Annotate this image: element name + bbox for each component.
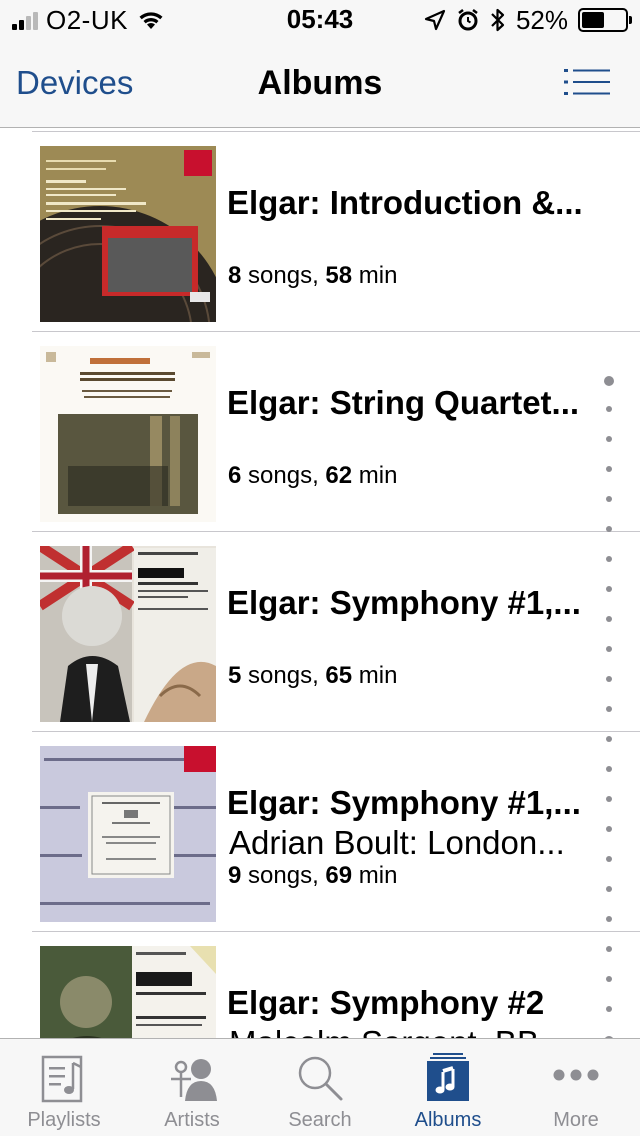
album-meta: 6 songs, 62 min [228, 462, 397, 490]
index-dot [606, 616, 612, 622]
tab-label: Artists [164, 1109, 220, 1131]
playlist-icon [41, 1055, 83, 1103]
tab-label: Albums [414, 1109, 482, 1131]
battery-fill [582, 12, 604, 28]
song-count: 8 [228, 262, 242, 289]
album-artist: Malcolm Sargent, BB... [229, 1024, 579, 1038]
index-dot [606, 406, 612, 412]
index-dot [606, 466, 612, 472]
index-dot [606, 496, 612, 502]
album-meta: 8 songs, 58 min [228, 262, 397, 290]
songs-label: songs, [248, 462, 319, 489]
index-dot [606, 976, 612, 982]
duration-minutes: 58 [325, 262, 353, 289]
scroll-index[interactable] [604, 376, 614, 1038]
index-dot [606, 736, 612, 742]
index-dot [606, 526, 612, 532]
battery-icon [578, 8, 632, 32]
album-icon [427, 1053, 469, 1101]
index-dot [606, 886, 612, 892]
album-cover [40, 546, 216, 722]
index-dot [606, 646, 612, 652]
page-title: Albums [257, 64, 383, 102]
artist-icon [171, 1059, 217, 1101]
album-list[interactable]: Elgar: Introduction &... 8 songs, 58 min [0, 130, 640, 1038]
alarm-icon [458, 9, 478, 31]
album-title: Elgar: Symphony #1,... [227, 784, 581, 821]
tab-artists[interactable]: Artists [128, 1039, 256, 1136]
album-artist: Adrian Boult: London... [229, 824, 565, 861]
bluetooth-icon [491, 8, 505, 32]
album-title: Elgar: Symphony #1,... [227, 584, 581, 621]
album-meta: 9 songs, 69 min [228, 862, 397, 890]
index-dot [606, 676, 612, 682]
album-title: Elgar: Introduction &... [227, 184, 583, 221]
songs-label: songs, [248, 662, 319, 689]
album-row[interactable]: Elgar: Symphony #1,... 5 songs, 65 min [0, 532, 640, 732]
tab-label: Playlists [27, 1109, 101, 1131]
tab-label: More [553, 1109, 599, 1131]
duration-minutes: 69 [325, 862, 353, 889]
search-icon [298, 1056, 343, 1101]
index-dot [606, 916, 612, 922]
tab-albums[interactable]: Albums [384, 1039, 512, 1136]
album-cover [40, 346, 216, 522]
index-dot [606, 586, 612, 592]
minutes-label: min [358, 262, 398, 289]
album-row[interactable]: Elgar: Symphony #1,... Adrian Boult: Lon… [0, 732, 640, 932]
song-count: 5 [228, 662, 242, 689]
minutes-label: min [358, 862, 398, 889]
index-dot [604, 376, 614, 386]
album-row[interactable]: Elgar: Symphony #2 Malcolm Sargent, BB..… [0, 932, 640, 1038]
minutes-label: min [358, 462, 398, 489]
tab-playlists[interactable]: Playlists [0, 1039, 128, 1136]
index-dot [606, 796, 612, 802]
album-title: Elgar: Symphony #2 [227, 984, 545, 1021]
location-icon [424, 9, 446, 31]
more-icon [553, 1069, 599, 1081]
song-count: 9 [228, 862, 242, 889]
album-cover [40, 146, 216, 322]
index-dot [606, 1006, 612, 1012]
songs-label: songs, [248, 262, 319, 289]
minutes-label: min [358, 662, 398, 689]
album-row[interactable]: Elgar: Introduction &... 8 songs, 58 min [0, 132, 640, 332]
tab-label: Search [288, 1109, 352, 1131]
duration-minutes: 62 [325, 462, 353, 489]
list-icon[interactable] [564, 68, 610, 96]
nav-bar: Devices Albums [0, 40, 640, 128]
index-dot [606, 856, 612, 862]
song-count: 6 [228, 462, 242, 489]
status-bar: O2-UK 05:43 52% [0, 0, 640, 40]
index-dot [606, 826, 612, 832]
album-title: Elgar: String Quartet... [227, 384, 580, 421]
index-dot [606, 706, 612, 712]
album-cover [40, 946, 216, 1038]
tab-search[interactable]: Search [256, 1039, 384, 1136]
index-dot [606, 766, 612, 772]
tab-more[interactable]: More [512, 1039, 640, 1136]
tab-bar: Playlists Artists Search Albums More [0, 1038, 640, 1136]
index-dot [606, 436, 612, 442]
songs-label: songs, [248, 862, 319, 889]
index-dot [606, 556, 612, 562]
duration-minutes: 65 [325, 662, 353, 689]
battery-percent: 52% [515, 4, 568, 35]
index-dot [606, 946, 612, 952]
album-meta: 5 songs, 65 min [228, 662, 397, 690]
status-right: 52% [424, 4, 632, 35]
album-cover [40, 746, 216, 922]
album-row[interactable]: Elgar: String Quartet... 6 songs, 62 min [0, 332, 640, 532]
